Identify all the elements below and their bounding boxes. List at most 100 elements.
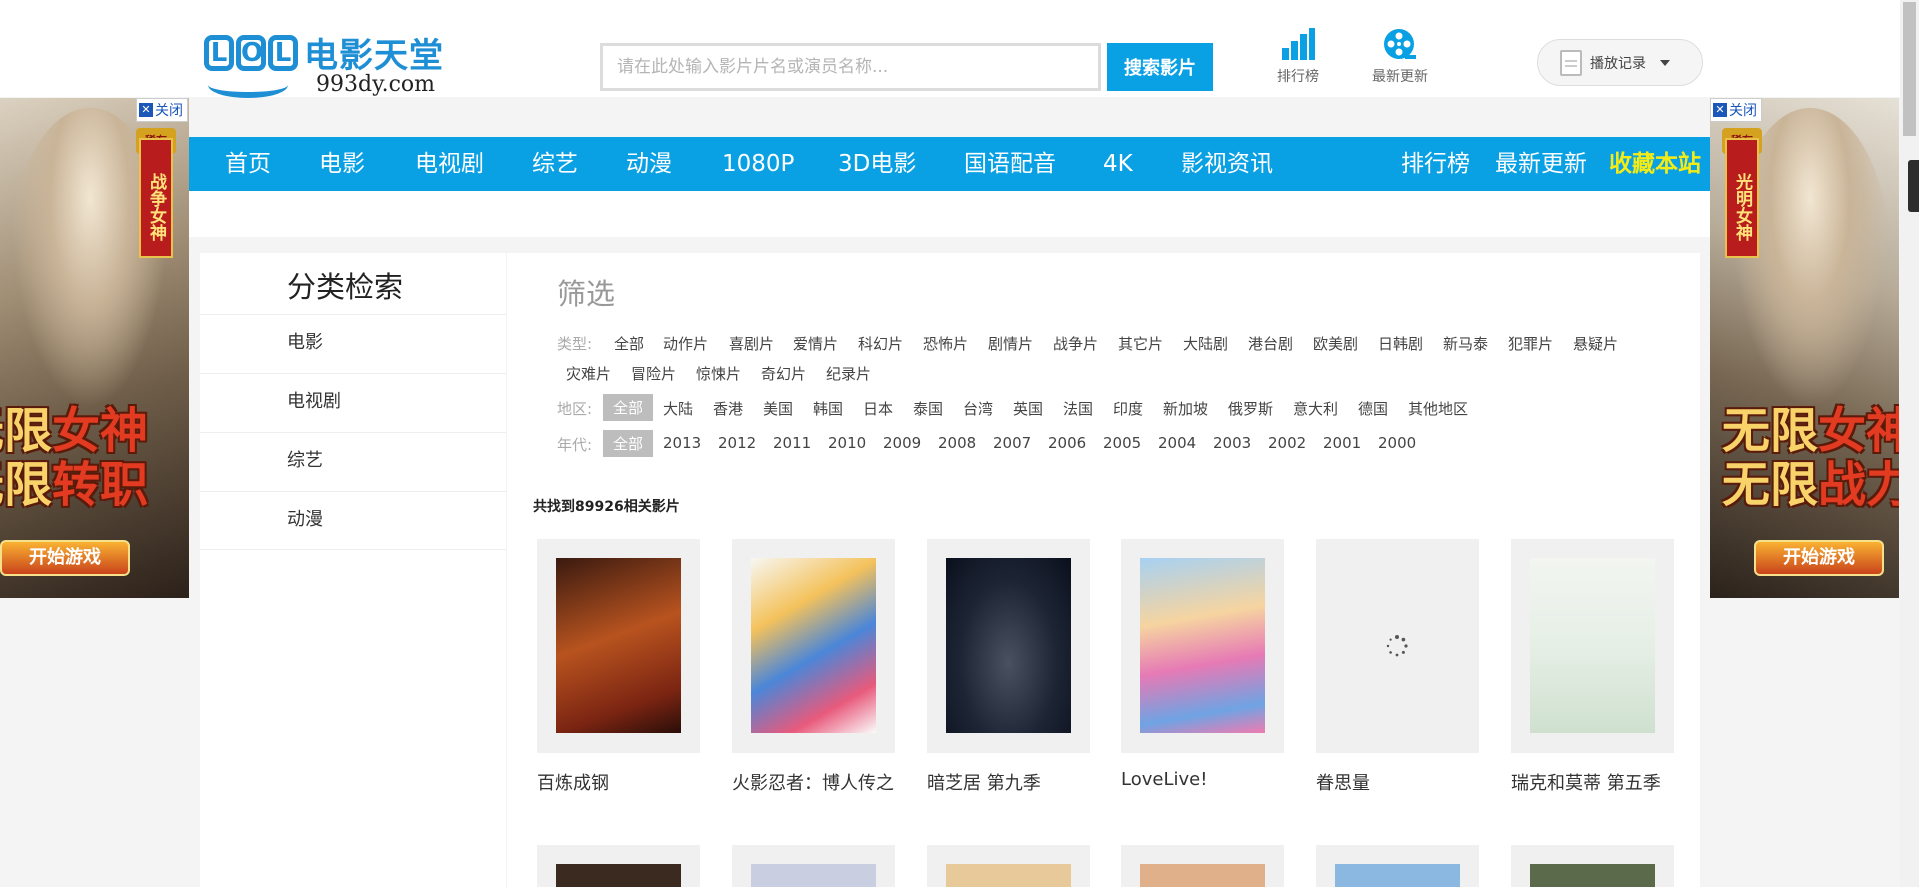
sidebar-item-movies[interactable]: 电影: [200, 314, 506, 373]
type-option[interactable]: 冒险片: [631, 363, 676, 384]
year-option[interactable]: 2000: [1378, 434, 1416, 452]
region-option[interactable]: 法国: [1063, 398, 1093, 419]
region-option[interactable]: 新加坡: [1163, 398, 1208, 419]
year-option[interactable]: 2001: [1323, 434, 1361, 452]
region-option[interactable]: 英国: [1013, 398, 1043, 419]
movie-poster[interactable]: [1530, 864, 1655, 887]
region-option[interactable]: 日本: [863, 398, 893, 419]
region-option[interactable]: 大陆: [663, 398, 693, 419]
year-option[interactable]: 2012: [718, 434, 756, 452]
movie-card[interactable]: [1121, 539, 1284, 753]
movie-title[interactable]: 瑞克和莫蒂 第五季: [1511, 769, 1661, 795]
movie-poster[interactable]: [1335, 864, 1460, 887]
movie-poster[interactable]: [751, 558, 876, 733]
movie-card[interactable]: [1511, 539, 1674, 753]
nav-item-mandarin-dub[interactable]: 国语配音: [964, 137, 1056, 191]
year-option[interactable]: 2005: [1103, 434, 1141, 452]
nav-item-latest[interactable]: 最新更新: [1495, 137, 1587, 191]
region-option[interactable]: 台湾: [963, 398, 993, 419]
year-option[interactable]: 2010: [828, 434, 866, 452]
movie-poster[interactable]: [751, 864, 876, 887]
region-option-active[interactable]: 全部: [603, 394, 654, 421]
nav-item-anime[interactable]: 动漫: [626, 137, 672, 191]
movie-title[interactable]: 百炼成钢: [537, 769, 609, 795]
search-button[interactable]: 搜索影片: [1107, 43, 1213, 91]
sidebar-item-anime[interactable]: 动漫: [200, 491, 506, 550]
nav-item-favorite[interactable]: 收藏本站: [1609, 137, 1701, 191]
type-option[interactable]: 剧情片: [988, 333, 1033, 354]
type-option[interactable]: 其它片: [1118, 333, 1163, 354]
page-scrollbar[interactable]: [1900, 0, 1919, 887]
movie-title[interactable]: 眷思量: [1316, 769, 1370, 795]
movie-card[interactable]: [537, 845, 700, 887]
type-option[interactable]: 悬疑片: [1573, 333, 1618, 354]
nav-item-home[interactable]: 首页: [225, 137, 271, 191]
movie-poster[interactable]: [1530, 558, 1655, 733]
type-option[interactable]: 动作片: [663, 333, 708, 354]
left-side-ad[interactable]: 稀有 战争女神 无限女神 无限转职 开始游戏 ✕ 关闭: [0, 98, 189, 598]
search-input[interactable]: [600, 43, 1101, 91]
movie-poster[interactable]: [946, 558, 1071, 733]
nav-item-movies[interactable]: 电影: [319, 137, 365, 191]
nav-item-variety[interactable]: 综艺: [532, 137, 578, 191]
movie-card[interactable]: [1511, 845, 1674, 887]
nav-item-news[interactable]: 影视资讯: [1181, 137, 1273, 191]
region-option[interactable]: 泰国: [913, 398, 943, 419]
nav-item-3d[interactable]: 3D电影: [838, 137, 916, 191]
year-option[interactable]: 2011: [773, 434, 811, 452]
type-option[interactable]: 喜剧片: [729, 333, 774, 354]
region-option[interactable]: 俄罗斯: [1228, 398, 1273, 419]
movie-card[interactable]: [927, 539, 1090, 753]
type-option[interactable]: 大陆剧: [1183, 333, 1228, 354]
movie-title[interactable]: 火影忍者：博人传之: [732, 769, 894, 795]
year-option[interactable]: 2013: [663, 434, 701, 452]
year-option[interactable]: 2006: [1048, 434, 1086, 452]
type-option[interactable]: 爱情片: [793, 333, 838, 354]
region-option[interactable]: 美国: [763, 398, 793, 419]
nav-item-4k[interactable]: 4K: [1103, 137, 1133, 191]
region-option[interactable]: 其他地区: [1408, 398, 1468, 419]
side-tab[interactable]: [1908, 160, 1919, 212]
year-option[interactable]: 2008: [938, 434, 976, 452]
year-option[interactable]: 2002: [1268, 434, 1306, 452]
region-option[interactable]: 韩国: [813, 398, 843, 419]
play-history-button[interactable]: 播放记录: [1537, 39, 1703, 86]
year-option[interactable]: 2007: [993, 434, 1031, 452]
ad-play-button[interactable]: 开始游戏: [1754, 540, 1884, 576]
type-option[interactable]: 灾难片: [566, 363, 611, 384]
movie-card[interactable]: [732, 845, 895, 887]
ad-close-button[interactable]: ✕ 关闭: [1710, 98, 1762, 122]
movie-poster[interactable]: [1140, 864, 1265, 887]
movie-title[interactable]: LoveLive!: [1121, 769, 1207, 790]
movie-card[interactable]: [537, 539, 700, 753]
region-option[interactable]: 德国: [1358, 398, 1388, 419]
ad-play-button[interactable]: 开始游戏: [0, 540, 130, 576]
nav-item-tv[interactable]: 电视剧: [415, 137, 484, 191]
type-option[interactable]: 全部: [614, 333, 644, 354]
type-option[interactable]: 犯罪片: [1508, 333, 1553, 354]
movie-card[interactable]: [927, 845, 1090, 887]
site-logo[interactable]: L O L 电影天堂 993dy.com: [204, 28, 454, 100]
movie-poster[interactable]: [556, 864, 681, 887]
sidebar-item-tv[interactable]: 电视剧: [200, 373, 506, 432]
type-option[interactable]: 日韩剧: [1378, 333, 1423, 354]
right-side-ad[interactable]: 稀有 光明女神 无限女神 无限战力 开始游戏 ✕ 关闭: [1710, 98, 1899, 598]
type-option[interactable]: 科幻片: [858, 333, 903, 354]
sidebar-item-variety[interactable]: 综艺: [200, 432, 506, 491]
movie-poster[interactable]: [1335, 558, 1460, 733]
region-option[interactable]: 意大利: [1293, 398, 1338, 419]
scrollbar-thumb[interactable]: [1903, 2, 1916, 136]
movie-poster[interactable]: [946, 864, 1071, 887]
region-option[interactable]: 印度: [1113, 398, 1143, 419]
type-option[interactable]: 纪录片: [826, 363, 871, 384]
type-option[interactable]: 港台剧: [1248, 333, 1293, 354]
latest-link[interactable]: 最新更新: [1366, 28, 1434, 86]
region-option[interactable]: 香港: [713, 398, 743, 419]
movie-card[interactable]: [1316, 845, 1479, 887]
movie-card[interactable]: [1121, 845, 1284, 887]
type-option[interactable]: 新马泰: [1443, 333, 1488, 354]
movie-title[interactable]: 暗芝居 第九季: [927, 769, 1041, 795]
year-option[interactable]: 2003: [1213, 434, 1251, 452]
year-option[interactable]: 2009: [883, 434, 921, 452]
movie-card[interactable]: [1316, 539, 1479, 753]
